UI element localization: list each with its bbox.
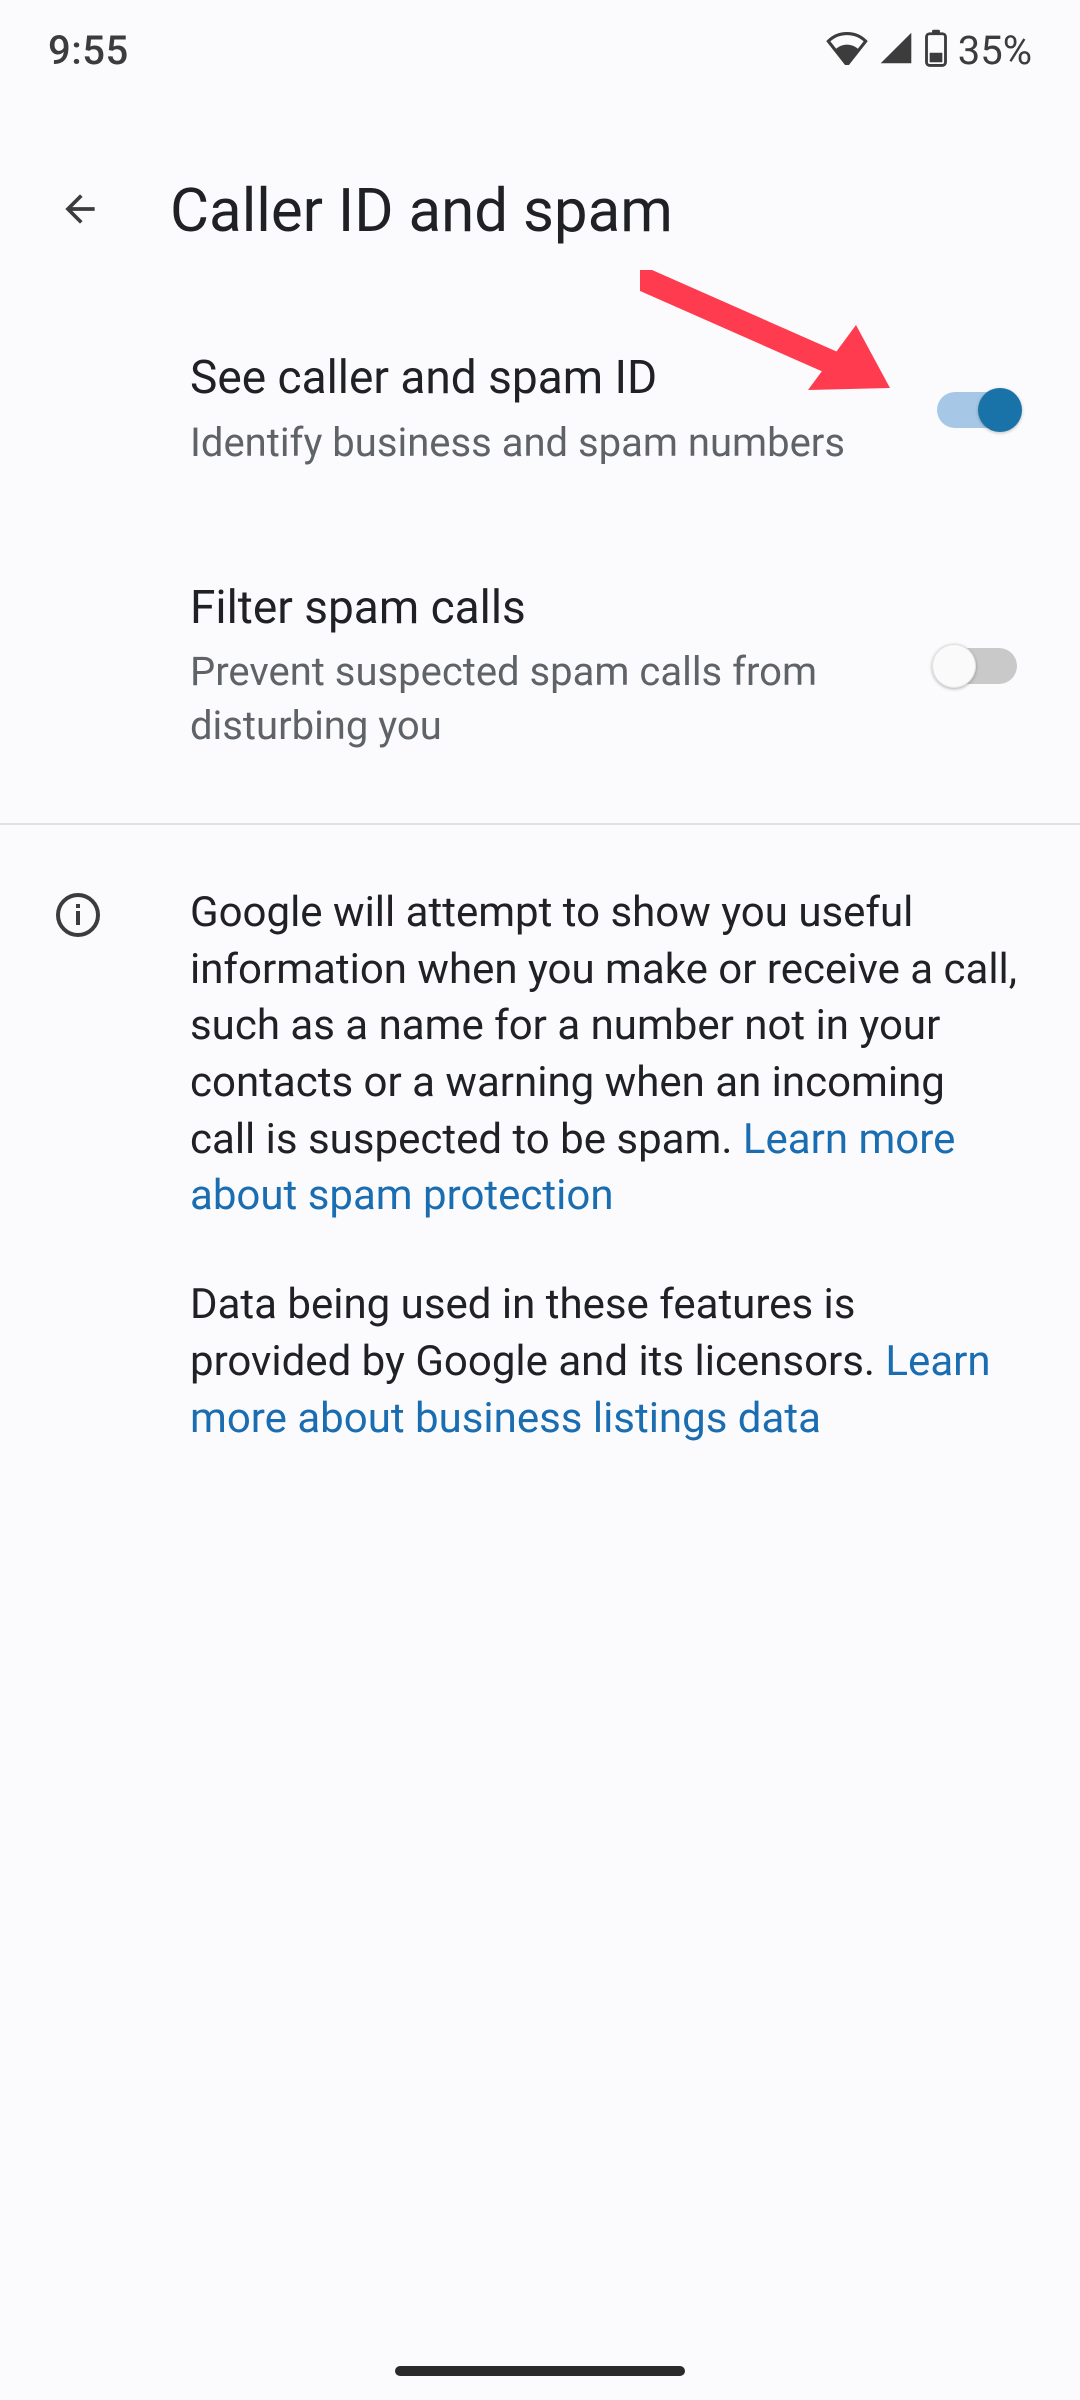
setting-title: See caller and spam ID bbox=[190, 350, 894, 408]
setting-subtitle: Prevent suspected spam calls from distur… bbox=[190, 645, 894, 753]
info-icon bbox=[48, 885, 108, 1499]
info-block: Google will attempt to show you useful i… bbox=[0, 825, 1080, 1499]
status-right: 35% bbox=[826, 27, 1032, 74]
header: Caller ID and spam bbox=[0, 150, 1080, 270]
status-bar: 9:55 35% bbox=[0, 0, 1080, 100]
setting-text: Filter spam calls Prevent suspected spam… bbox=[190, 580, 934, 754]
arrow-left-icon bbox=[58, 187, 102, 234]
info-text: Google will attempt to show you useful i… bbox=[190, 885, 1020, 1499]
toggle-filter-spam-calls[interactable] bbox=[934, 643, 1020, 689]
settings-list: See caller and spam ID Identify business… bbox=[0, 270, 1080, 825]
cellular-icon bbox=[878, 31, 914, 69]
wifi-icon bbox=[826, 31, 868, 69]
setting-subtitle: Identify business and spam numbers bbox=[190, 416, 894, 470]
toggle-see-caller-and-spam-id[interactable] bbox=[934, 387, 1020, 433]
status-time: 9:55 bbox=[48, 27, 129, 74]
navigation-bar-handle[interactable] bbox=[395, 2366, 685, 2376]
setting-filter-spam-calls[interactable]: Filter spam calls Prevent suspected spam… bbox=[0, 510, 1080, 794]
battery-icon bbox=[924, 29, 948, 71]
info-para2: Data being used in these features is pro… bbox=[190, 1280, 885, 1386]
setting-title: Filter spam calls bbox=[190, 580, 894, 638]
back-button[interactable] bbox=[40, 170, 120, 250]
page-title: Caller ID and spam bbox=[170, 175, 673, 246]
setting-text: See caller and spam ID Identify business… bbox=[190, 350, 934, 470]
setting-see-caller-and-spam-id[interactable]: See caller and spam ID Identify business… bbox=[0, 310, 1080, 510]
battery-percent: 35% bbox=[958, 27, 1032, 74]
